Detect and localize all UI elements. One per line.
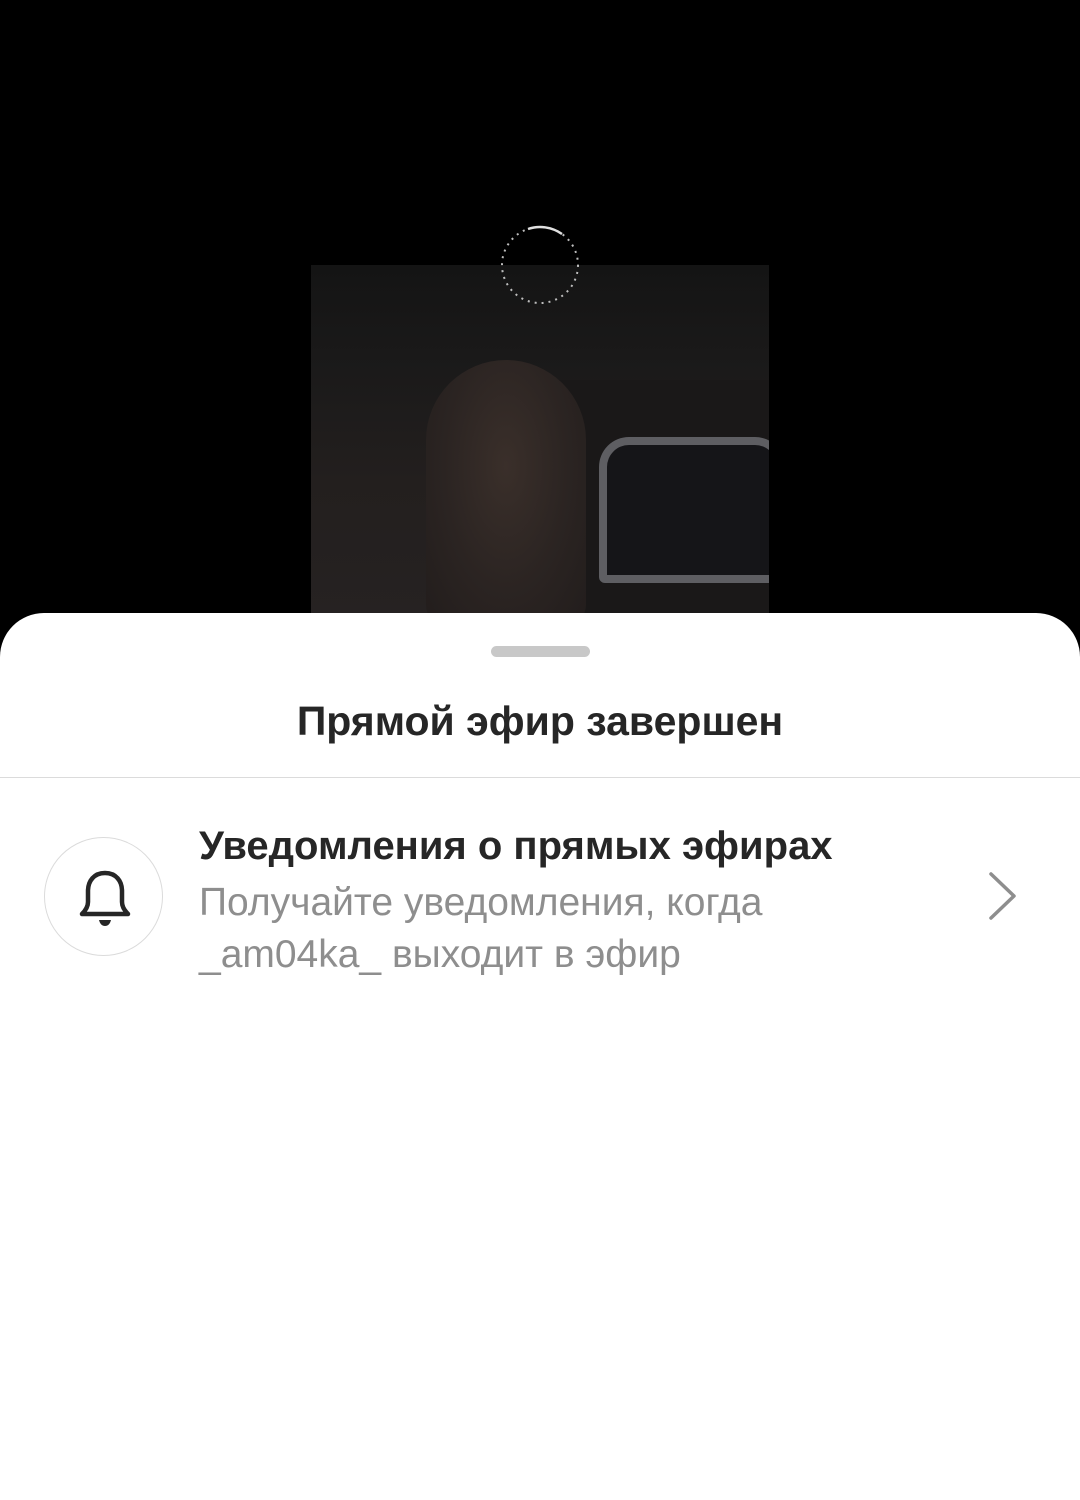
bottom-sheet: Прямой эфир завершен Уведомления о прямы… — [0, 613, 1080, 1500]
chevron-right-icon — [989, 872, 1016, 920]
loading-spinner-icon — [501, 225, 579, 304]
live-stream-screen: Прямой эфир завершен Уведомления о прямы… — [0, 0, 1080, 1500]
sheet-drag-handle[interactable] — [491, 646, 590, 657]
sheet-title: Прямой эфир завершен — [296, 698, 784, 744]
video-chair — [599, 437, 769, 583]
bell-icon — [79, 870, 131, 926]
video-person — [426, 360, 586, 625]
row-subtitle: Получайте уведомления, когда _am04ka_ вы… — [199, 881, 763, 976]
row-title: Уведомления о прямых эфирах — [199, 824, 833, 868]
bell-icon-circle — [44, 837, 163, 956]
divider — [0, 777, 1080, 778]
live-video-thumbnail — [311, 265, 769, 625]
live-notifications-row[interactable]: Уведомления о прямых эфирах Получайте ув… — [0, 809, 1080, 989]
